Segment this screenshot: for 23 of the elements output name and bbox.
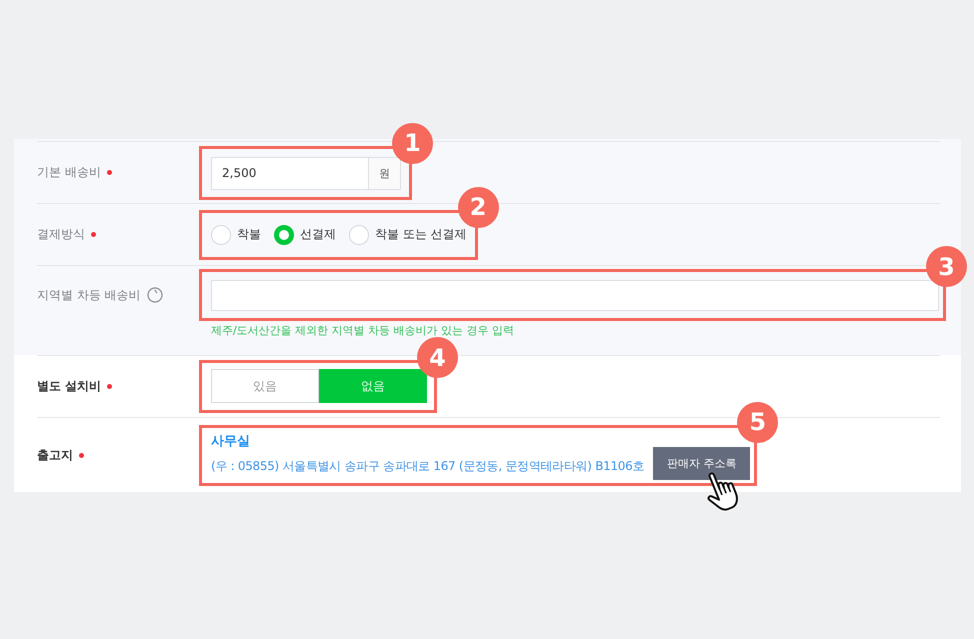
address-name: 사무실 [211,432,250,450]
circle-icon[interactable] [146,287,163,303]
address-text: (우 : 05855) 서울특별시 송파구 송파대로 167 (문정동, 문정역테라타워) B1106호 [211,458,644,474]
radio-option[interactable]: 선결제 [274,224,336,244]
field-label: 지역별 차등 배송비 [37,286,141,304]
field-label: 출고지 [37,446,73,464]
step-badge: 2 [458,186,499,228]
field-label: 기본 배송비 [37,164,101,181]
step-badge: 5 [737,402,778,442]
price-input[interactable]: 2,500 [211,156,369,190]
address-book-button[interactable]: 판매자 주소록 [653,446,750,480]
step-badge: 1 [392,122,433,164]
input-field[interactable] [211,280,939,311]
radio-option[interactable]: 착불 또는 선결제 [349,224,467,244]
field-label: 별도 설치비 [37,378,102,395]
step-badge: 3 [926,246,967,287]
unit-addon: 원 [369,156,401,190]
field-label: 결제방식 [37,226,85,243]
radio-option[interactable]: 착불 [211,224,261,244]
radio-button-icon[interactable] [211,224,231,244]
radio-button-icon[interactable] [349,224,369,244]
radio-button-icon[interactable] [274,224,294,244]
help-text: 제주/도서산간을 제외한 지역별 차등 배송비가 있는 경우 입력 [211,323,514,339]
